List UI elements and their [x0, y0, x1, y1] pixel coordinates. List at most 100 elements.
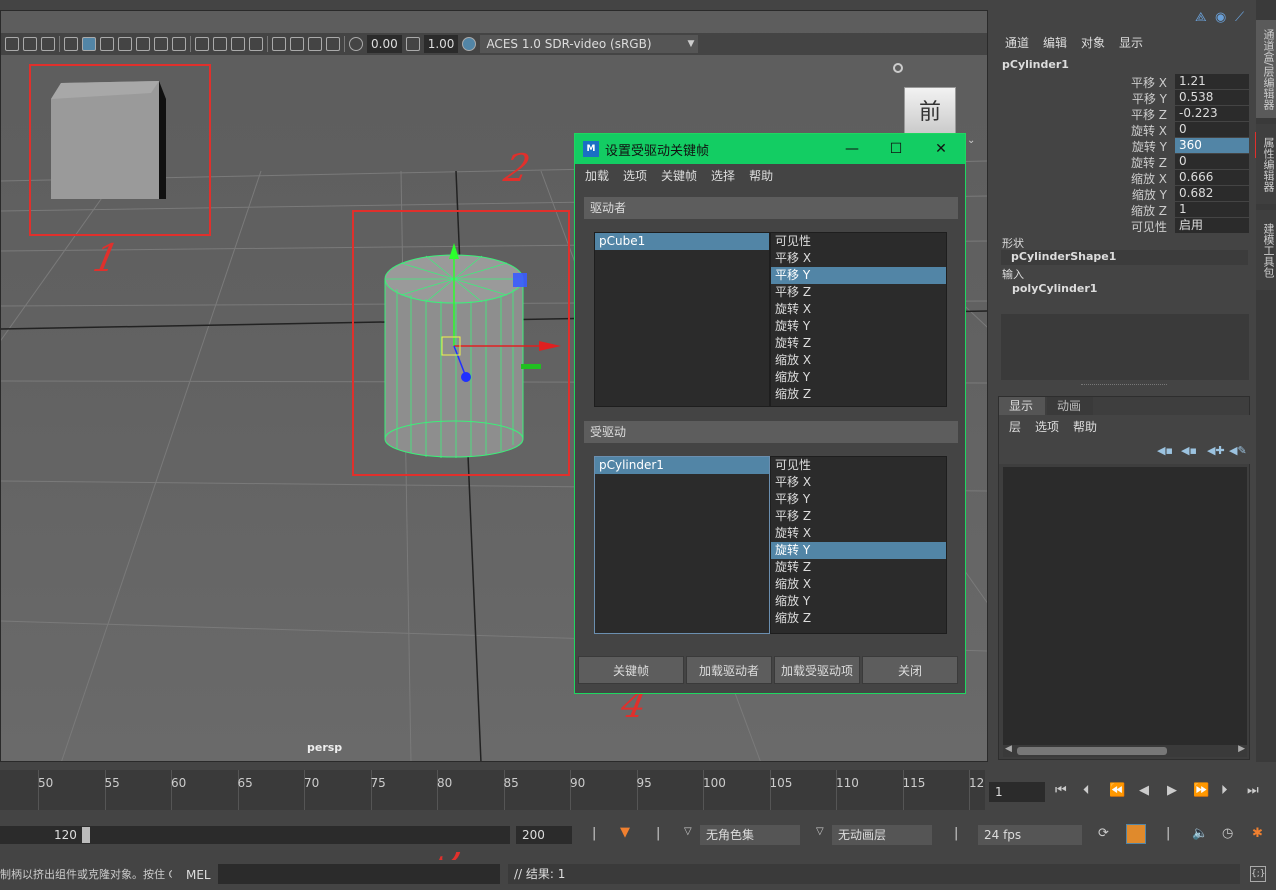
grid-icon[interactable]: [5, 37, 19, 51]
character-set-dropdown[interactable]: 无角色集: [700, 825, 800, 845]
menu-load[interactable]: 加载: [585, 167, 609, 184]
anti-alias-icon[interactable]: [231, 37, 245, 51]
attribute-item[interactable]: 缩放 Z: [771, 386, 946, 403]
menu-options[interactable]: 选项: [623, 167, 647, 184]
horizontal-scrollbar[interactable]: ◀ ▶: [1003, 744, 1247, 757]
driver-object-list[interactable]: pCube1: [594, 232, 770, 407]
menu-help[interactable]: 帮助: [1073, 418, 1097, 435]
tab-channel-box[interactable]: 通道盒/层编辑器: [1256, 20, 1276, 118]
attribute-item[interactable]: 缩放 Y: [771, 593, 946, 610]
menu-show[interactable]: 显示: [1119, 34, 1143, 51]
bookmark-icon[interactable]: ▼: [620, 825, 630, 840]
auto-key-icon[interactable]: [1126, 824, 1146, 844]
menu-help[interactable]: 帮助: [749, 167, 773, 184]
channel-value-field[interactable]: 360: [1175, 138, 1249, 153]
menu-select[interactable]: 选择: [711, 167, 735, 184]
view-cube[interactable]: 前: [904, 87, 956, 137]
attribute-item[interactable]: 可见性: [771, 233, 946, 250]
maximize-icon[interactable]: ☐: [873, 134, 919, 164]
channel-label[interactable]: 旋转 Y: [1132, 138, 1167, 155]
channel-value-field[interactable]: 0.682: [1175, 186, 1249, 201]
menu-layers[interactable]: 层: [1009, 418, 1021, 435]
channel-label[interactable]: 旋转 Z: [1131, 154, 1167, 171]
attribute-item[interactable]: 可见性: [771, 457, 946, 474]
gamma-icon[interactable]: [405, 37, 420, 51]
channel-label[interactable]: 缩放 Z: [1131, 202, 1167, 219]
range-slider[interactable]: 120: [0, 826, 510, 844]
chevron-down-icon[interactable]: ▽: [684, 826, 692, 837]
film-gate-icon[interactable]: [23, 37, 37, 51]
gamma-field[interactable]: 1.00: [423, 35, 459, 53]
shape-node[interactable]: pCylinderShape1: [1001, 250, 1248, 265]
splitter-handle[interactable]: [1081, 384, 1167, 386]
range-slider-handle[interactable]: [82, 827, 90, 843]
channel-value-field[interactable]: 1: [1175, 202, 1249, 217]
attribute-item[interactable]: 旋转 X: [771, 301, 946, 318]
attribute-item[interactable]: 旋转 X: [771, 525, 946, 542]
new-layer-icon[interactable]: ◀✚: [1207, 444, 1225, 457]
menu-edit[interactable]: 编辑: [1043, 34, 1067, 51]
current-frame-field[interactable]: 1: [989, 782, 1045, 802]
load-driver-button[interactable]: 加载驱动者: [686, 656, 772, 684]
channel-value-field[interactable]: -0.223: [1175, 106, 1249, 121]
color-management-icon[interactable]: [462, 37, 477, 51]
home-icon[interactable]: [893, 63, 903, 73]
tab-attribute-editor[interactable]: 属性编辑器: [1256, 124, 1276, 204]
driver-attribute-list[interactable]: 可见性 平移 X 平移 Y 平移 Z 旋转 X 旋转 Y 旋转 Z 缩放 X 缩放 Y 缩放 Z: [770, 232, 947, 407]
script-editor-icon[interactable]: {;}: [1250, 866, 1266, 882]
channel-label[interactable]: 平移 Z: [1131, 106, 1167, 123]
menu-key[interactable]: 关键帧: [661, 167, 697, 184]
step-back-key-icon[interactable]: ⏪: [1109, 783, 1125, 798]
textured-icon[interactable]: [136, 37, 150, 51]
animation-end-field[interactable]: 200: [516, 826, 572, 844]
exposure-icon[interactable]: [349, 37, 363, 51]
shadows-icon[interactable]: [172, 37, 186, 51]
channel-value-field[interactable]: 启用: [1175, 218, 1249, 233]
attribute-item[interactable]: 平移 Y: [771, 267, 946, 284]
play-forwards-icon[interactable]: ▶: [1167, 783, 1177, 798]
close-icon[interactable]: ✕: [918, 134, 964, 164]
wireframe-icon[interactable]: [64, 37, 78, 51]
script-language-label[interactable]: MEL: [186, 864, 211, 886]
animation-prefs-icon[interactable]: ✱: [1252, 826, 1263, 841]
sound-icon[interactable]: 🔈: [1192, 826, 1208, 841]
loop-icon[interactable]: ⟳: [1098, 826, 1109, 841]
exposure-field[interactable]: 0.00: [367, 35, 402, 53]
attribute-item[interactable]: 旋转 Z: [771, 559, 946, 576]
move-layer-up-icon[interactable]: ◀▪: [1157, 444, 1173, 457]
key-button[interactable]: 关键帧: [578, 656, 684, 684]
attribute-item[interactable]: 平移 X: [771, 474, 946, 491]
channel-value-field[interactable]: 1.21: [1175, 74, 1249, 89]
load-driven-button[interactable]: 加载受驱动项: [774, 656, 860, 684]
xray-icon[interactable]: [290, 37, 304, 51]
color-space-dropdown[interactable]: ACES 1.0 SDR-video (sRGB): [480, 35, 699, 53]
channel-label[interactable]: 平移 X: [1131, 74, 1167, 91]
close-button[interactable]: 关闭: [862, 656, 958, 684]
attribute-item[interactable]: 缩放 Y: [771, 369, 946, 386]
attribute-item[interactable]: 平移 Y: [771, 491, 946, 508]
attribute-item[interactable]: 平移 Z: [771, 508, 946, 525]
command-input[interactable]: [218, 864, 500, 884]
attribute-editor-icon[interactable]: ◉: [1215, 10, 1226, 25]
attribute-item[interactable]: 平移 X: [771, 250, 946, 267]
motion-blur-icon[interactable]: [213, 37, 227, 51]
fps-dropdown[interactable]: 24 fps: [978, 825, 1082, 845]
new-layer-selected-icon[interactable]: ◀✎: [1229, 444, 1247, 457]
driver-section-header[interactable]: 驱动者: [584, 197, 958, 219]
layer-list[interactable]: ◀ ▶: [1003, 467, 1247, 757]
depth-of-field-icon[interactable]: [249, 37, 263, 51]
chevron-down-icon[interactable]: ▽: [816, 826, 824, 837]
wireframe-on-shaded-icon[interactable]: [118, 37, 132, 51]
driven-section-header[interactable]: 受驱动: [584, 421, 958, 443]
attribute-item[interactable]: 旋转 Y: [771, 542, 946, 559]
lights-icon[interactable]: [154, 37, 168, 51]
attribute-item[interactable]: 旋转 Z: [771, 335, 946, 352]
scroll-right-icon[interactable]: ▶: [1238, 744, 1245, 754]
driven-object-list[interactable]: pCylinder1: [594, 456, 770, 634]
channel-value-field[interactable]: 0.538: [1175, 90, 1249, 105]
go-to-start-icon[interactable]: ⏮: [1055, 783, 1067, 798]
channel-box-icon[interactable]: ⟁: [1195, 10, 1207, 25]
minimize-icon[interactable]: —: [829, 134, 875, 164]
attribute-item[interactable]: 平移 Z: [771, 284, 946, 301]
attribute-item[interactable]: 缩放 X: [771, 352, 946, 369]
